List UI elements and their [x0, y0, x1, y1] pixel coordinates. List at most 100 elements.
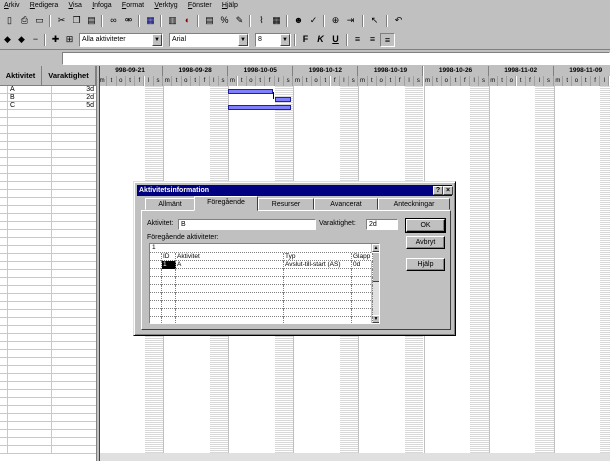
activity-cell[interactable]	[8, 182, 52, 190]
activity-cell[interactable]	[8, 198, 52, 206]
task-bar-c[interactable]	[228, 105, 292, 110]
duration-cell[interactable]	[52, 294, 96, 302]
column-header-lag[interactable]: Glapp	[352, 253, 373, 261]
table-row[interactable]	[0, 206, 100, 214]
id-cell[interactable]	[162, 301, 176, 309]
duration-cell[interactable]	[52, 206, 96, 214]
activity-cell[interactable]	[8, 302, 52, 310]
help-button[interactable]: ?	[433, 186, 443, 195]
row-id-cell[interactable]	[0, 214, 8, 222]
scroll-up-icon[interactable]: ▲	[372, 244, 379, 252]
duration-field[interactable]: 2d	[366, 219, 398, 230]
activity-cell[interactable]	[8, 350, 52, 358]
table-row[interactable]	[0, 422, 100, 430]
table-row[interactable]	[0, 230, 100, 238]
duration-cell[interactable]	[52, 414, 96, 422]
print-icon[interactable]: ⎙	[17, 14, 32, 28]
table-row[interactable]	[0, 366, 100, 374]
duration-cell[interactable]	[52, 278, 96, 286]
task-info-icon[interactable]: ▤	[202, 14, 217, 28]
table-row[interactable]	[0, 286, 100, 294]
activity-cell[interactable]	[176, 301, 284, 309]
activity-cell[interactable]	[176, 317, 284, 323]
predecessor-row[interactable]	[150, 317, 373, 323]
tab-foregaende[interactable]: Föregående	[194, 196, 258, 211]
activity-cell[interactable]	[8, 206, 52, 214]
table-row[interactable]	[0, 270, 100, 278]
column-header-duration[interactable]: Varaktighet	[42, 66, 96, 86]
row-selector-cell[interactable]	[150, 309, 162, 317]
font-size-select[interactable]: 8 ▼	[255, 33, 291, 47]
align-center-icon[interactable]: ≡	[365, 33, 380, 47]
activity-cell[interactable]	[8, 446, 52, 454]
lag-cell[interactable]: 0d	[352, 261, 373, 269]
table-row[interactable]	[0, 166, 100, 174]
row-selector-cell[interactable]	[150, 261, 162, 269]
menu-visa[interactable]: Visa	[64, 0, 86, 10]
activity-cell[interactable]	[8, 310, 52, 318]
duration-cell[interactable]	[52, 422, 96, 430]
activity-cell[interactable]	[8, 134, 52, 142]
row-id-cell[interactable]	[0, 262, 8, 270]
row-id-cell[interactable]	[0, 438, 8, 446]
activity-cell[interactable]	[8, 342, 52, 350]
italic-button[interactable]: K	[313, 33, 328, 47]
activity-cell[interactable]	[8, 382, 52, 390]
bold-button[interactable]: F	[298, 33, 313, 47]
menu-verktyg[interactable]: Verktyg	[150, 0, 181, 10]
table-row[interactable]	[0, 310, 100, 318]
lag-cell[interactable]	[352, 277, 373, 285]
table-row[interactable]	[0, 246, 100, 254]
duration-cell[interactable]	[52, 302, 96, 310]
tab-allmant[interactable]: Allmänt	[145, 198, 195, 210]
duration-cell[interactable]	[52, 214, 96, 222]
table-row[interactable]	[0, 222, 100, 230]
duration-cell[interactable]	[52, 118, 96, 126]
scroll-thumb[interactable]	[372, 252, 379, 282]
id-cell[interactable]: 1	[162, 261, 176, 269]
table-row[interactable]: A 3d	[0, 86, 100, 94]
table-row[interactable]: C 5d	[0, 102, 100, 110]
type-cell[interactable]	[284, 293, 352, 301]
duration-cell[interactable]: 5d	[52, 102, 96, 110]
activity-cell[interactable]	[8, 190, 52, 198]
type-cell[interactable]	[284, 269, 352, 277]
duration-cell[interactable]	[52, 230, 96, 238]
menu-fonster[interactable]: Fönster	[184, 0, 216, 10]
row-id-cell[interactable]	[0, 94, 8, 102]
activity-cell[interactable]	[8, 334, 52, 342]
duration-cell[interactable]	[52, 406, 96, 414]
activity-cell[interactable]	[176, 293, 284, 301]
tab-avancerat[interactable]: Avancerat	[314, 198, 378, 210]
duration-cell[interactable]	[52, 262, 96, 270]
activity-cell[interactable]	[8, 110, 52, 118]
activity-cell[interactable]	[176, 309, 284, 317]
duration-cell[interactable]	[52, 190, 96, 198]
table-row[interactable]	[0, 414, 100, 422]
table-row[interactable]	[0, 142, 100, 150]
table-row[interactable]	[0, 278, 100, 286]
chevron-down-icon[interactable]: ▼	[238, 34, 248, 46]
resource-icon[interactable]: ◐	[180, 14, 195, 28]
row-selector-cell[interactable]	[150, 277, 162, 285]
calendar-icon[interactable]: ▦	[269, 14, 284, 28]
activity-cell[interactable]	[8, 118, 52, 126]
row-id-cell[interactable]	[0, 414, 8, 422]
task-bar-b[interactable]	[274, 97, 292, 102]
activity-cell[interactable]	[8, 414, 52, 422]
cancel-button[interactable]: Avbryt	[406, 236, 445, 249]
show-subtasks-icon[interactable]: ✚	[48, 33, 63, 47]
table-row[interactable]	[0, 334, 100, 342]
table-row[interactable]	[0, 302, 100, 310]
duration-cell[interactable]	[52, 390, 96, 398]
filter-select[interactable]: Alla aktiviteter ▼	[79, 33, 163, 47]
duration-cell[interactable]	[52, 310, 96, 318]
duration-cell[interactable]	[52, 198, 96, 206]
activity-cell[interactable]	[176, 269, 284, 277]
row-selector-cell[interactable]	[150, 317, 162, 323]
open-icon[interactable]: ▭	[32, 14, 47, 28]
duration-cell[interactable]	[52, 374, 96, 382]
duration-cell[interactable]	[52, 254, 96, 262]
activity-cell[interactable]	[8, 318, 52, 326]
duration-cell[interactable]	[52, 438, 96, 446]
